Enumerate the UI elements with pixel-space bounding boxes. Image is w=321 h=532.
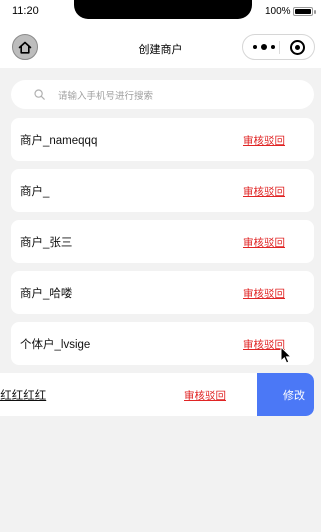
close-mini-program-icon[interactable]: [290, 40, 305, 55]
status-link[interactable]: 审核驳回: [243, 184, 285, 199]
status-link[interactable]: 审核驳回: [243, 286, 285, 301]
search-placeholder: 请输入手机号进行搜索: [58, 91, 154, 102]
device-notch: [74, 0, 252, 19]
merchant-card[interactable]: 商户_nameqqq 审核驳回: [11, 118, 314, 161]
status-link[interactable]: 审核驳回: [243, 235, 285, 250]
status-link[interactable]: 审核驳回: [243, 133, 285, 148]
battery-fill: [295, 9, 311, 14]
capsule-divider: [279, 41, 280, 54]
status-bar: 11:20 100%: [0, 0, 321, 24]
merchant-name: 商户_: [20, 186, 50, 198]
merchant-card[interactable]: 个体户_lvsige 审核驳回: [11, 322, 314, 365]
edit-button[interactable]: 修改: [257, 373, 314, 416]
merchant-name: 商户_张三: [20, 237, 73, 249]
merchant-card[interactable]: 商户_哈喽 审核驳回: [11, 271, 314, 314]
nav-bar: 创建商户: [0, 24, 321, 68]
merchant-name: 个体户_lvsige: [20, 339, 91, 351]
merchant-name: 商户_哈喽: [20, 288, 73, 300]
more-dots-icon[interactable]: [253, 42, 275, 52]
status-link[interactable]: 审核驳回: [243, 337, 285, 352]
merchant-name: I红红红红: [0, 390, 47, 402]
mini-program-capsule: [242, 34, 315, 60]
battery-percent: 100%: [265, 6, 291, 17]
merchant-list-page: 请输入手机号进行搜索 商户_nameqqq 审核驳回 商户_ 审核驳回 商户_张…: [0, 68, 321, 532]
battery-icon: [293, 7, 313, 16]
status-time: 11:20: [12, 5, 39, 17]
merchant-card[interactable]: 商户_ 审核驳回: [11, 169, 314, 212]
merchant-card-swiped[interactable]: I红红红红 审核驳回 修改: [0, 373, 314, 416]
merchant-name: 商户_nameqqq: [20, 135, 98, 147]
search-input[interactable]: 请输入手机号进行搜索: [11, 80, 314, 109]
search-icon: [34, 89, 45, 100]
mouse-cursor-icon: [280, 346, 292, 364]
merchant-card[interactable]: 商户_张三 审核驳回: [11, 220, 314, 263]
battery-tip: [314, 10, 316, 14]
status-link[interactable]: 审核驳回: [184, 388, 226, 403]
